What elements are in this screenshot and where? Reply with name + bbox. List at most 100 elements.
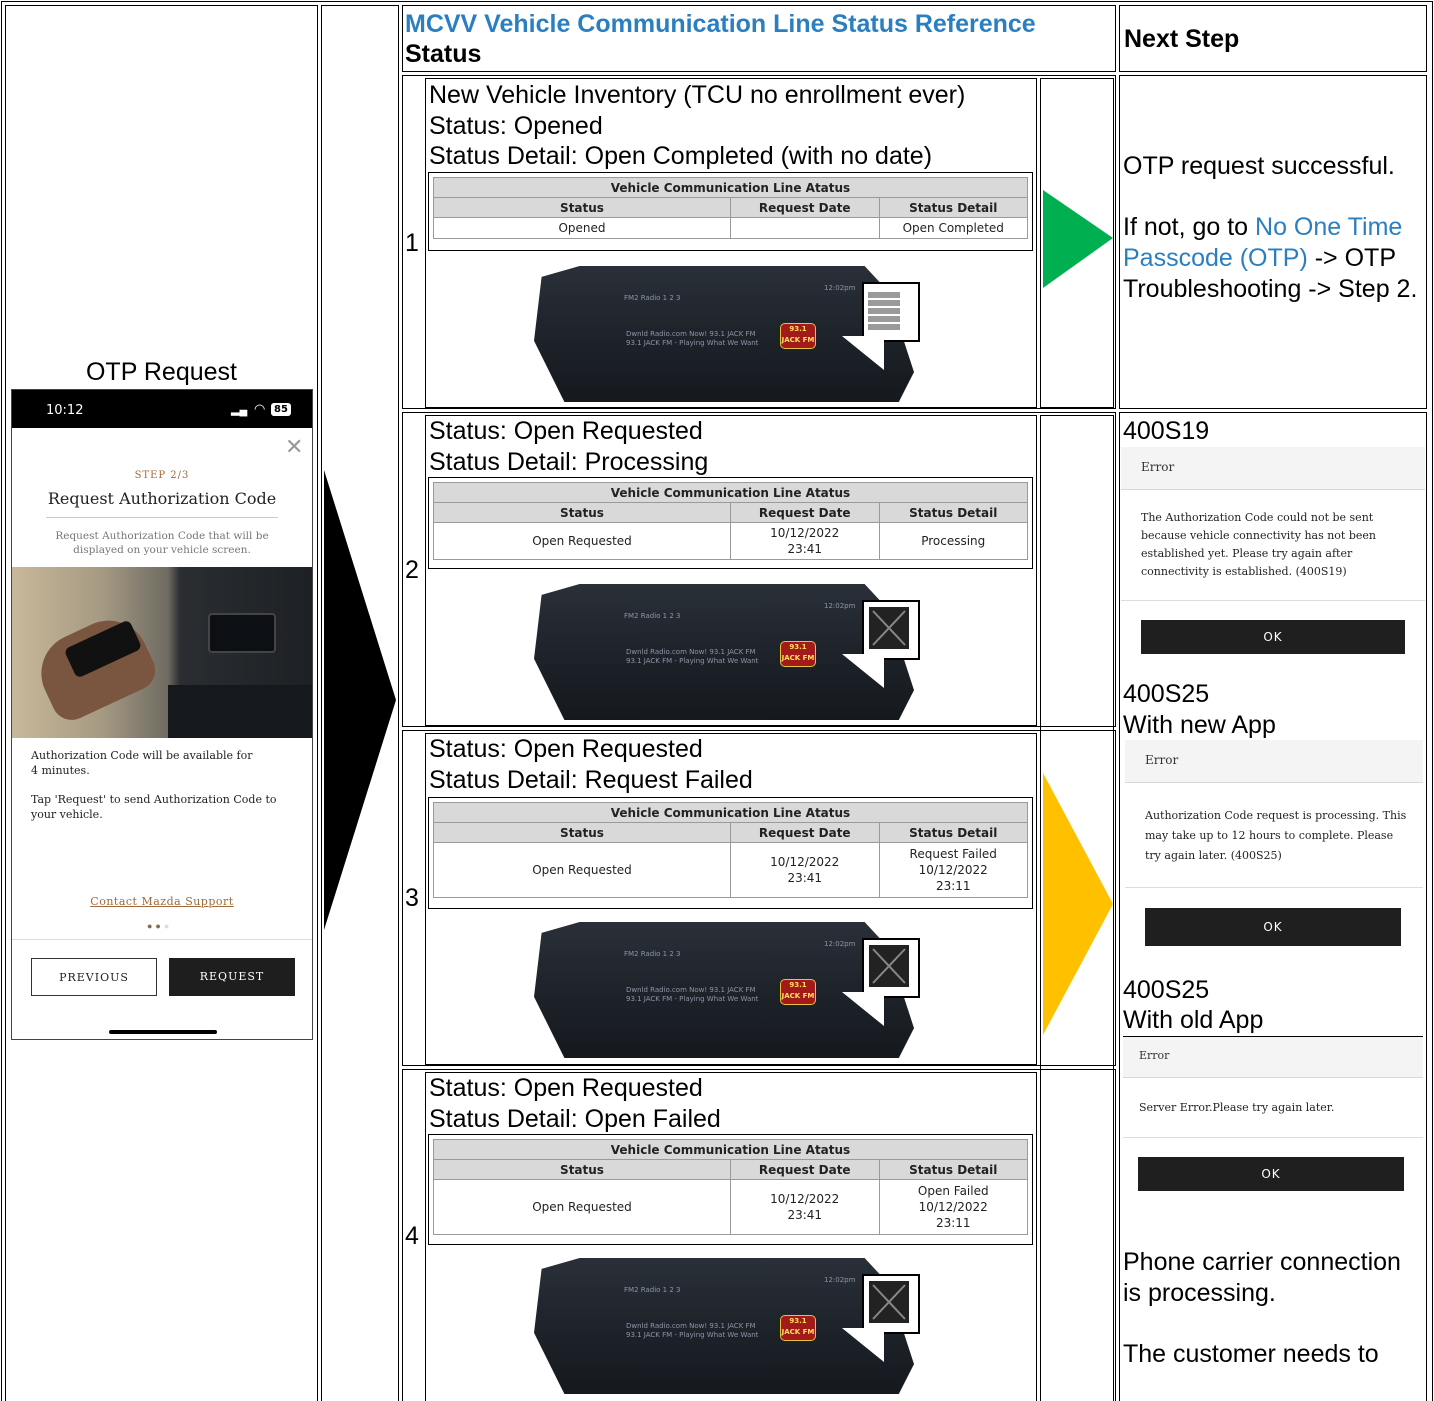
dialog-divider	[1125, 887, 1423, 888]
dialog-divider	[1123, 1137, 1423, 1138]
row-number-4: 4	[405, 1222, 419, 1250]
status-column-header: Status	[405, 40, 482, 68]
otp-request-caption: OTP Request	[85, 358, 237, 386]
cell-request-date: 10/12/2022 23:41	[730, 1179, 880, 1235]
col-request-date: Request Date	[730, 502, 880, 523]
error-dialog-400S25: Error Authorization Code request is proc…	[1125, 740, 1423, 967]
dialog-header: Error	[1125, 740, 1423, 783]
dashboard-screen-4: 12:02pm FM2 Radio 1 2 3 Dwnld Radio.com …	[534, 1258, 920, 1398]
cell-request-date: 10/12/2022 23:41	[730, 842, 880, 898]
dialog-message: Authorization Code request is processing…	[1145, 809, 1407, 862]
cell-status-detail: Request Failed 10/12/2022 23:11	[878, 842, 1028, 898]
row-4-line-2: Status Detail: Open Failed	[429, 1105, 721, 1133]
previous-button[interactable]: PREVIOUS	[31, 958, 157, 996]
row-2-status-table: Vehicle Communication Line Atatus Status…	[428, 477, 1033, 569]
row-4-status-table: Vehicle Communication Line Atatus Status…	[428, 1134, 1033, 1245]
error-dialog-old-app: Error Server Error.Please try again late…	[1123, 1036, 1423, 1209]
dash-line-1: Dwnld Radio.com Now! 93.1 JACK FM	[626, 1322, 756, 1330]
dash-radio: FM2 Radio 1 2 3	[624, 1286, 681, 1294]
pager-dots: ●●●	[147, 921, 173, 931]
close-icon[interactable]: ✕	[285, 434, 303, 460]
battery-icon: 85	[271, 403, 291, 416]
col-status: Status	[433, 502, 731, 523]
row-1-line-3: Status Detail: Open Completed (with no d…	[429, 142, 933, 170]
callout-pointer	[842, 1328, 884, 1362]
cell-status-detail: Open Failed 10/12/2022 23:11	[878, 1179, 1028, 1235]
table-caption: Vehicle Communication Line Atatus	[433, 482, 1028, 503]
wifi-icon: ◠	[254, 401, 266, 416]
jack-fm-logo: 93.1 JACK FM	[780, 979, 816, 1005]
col-status-detail: Status Detail	[878, 197, 1028, 218]
col-status: Status	[433, 822, 731, 843]
tap-request-text: Tap 'Request' to send Authorization Code…	[31, 793, 277, 821]
old-app-label: With old App	[1123, 1006, 1264, 1034]
error-dialog-400S19: Error The Authorization Code could not b…	[1121, 447, 1425, 664]
next-step-column-header: Next Step	[1124, 25, 1240, 53]
dash-line-1: Dwnld Radio.com Now! 93.1 JACK FM	[626, 986, 756, 994]
row-2-line-2: Status Detail: Processing	[429, 448, 709, 476]
row-number-3: 3	[405, 884, 419, 912]
dash-line-1: Dwnld Radio.com Now! 93.1 JACK FM	[626, 330, 756, 338]
dash-line-2: 93.1 JACK FM - Playing What We Want	[626, 339, 759, 347]
car-display	[208, 613, 276, 653]
step-indicator: STEP 2/3	[134, 470, 190, 481]
dash-clock: 12:02pm	[824, 602, 856, 610]
dash-line-2: 93.1 JACK FM - Playing What We Want	[626, 995, 759, 1003]
dash-line-2: 93.1 JACK FM - Playing What We Want	[626, 657, 759, 665]
request-button[interactable]: REQUEST	[169, 958, 295, 996]
phone-time: 10:12	[46, 403, 84, 418]
no-signal-icon	[862, 938, 920, 998]
row-4-line-1: Status: Open Requested	[429, 1074, 703, 1102]
cell-status-detail: Processing	[878, 522, 1028, 560]
dash-line-1: Dwnld Radio.com Now! 93.1 JACK FM	[626, 648, 756, 656]
dialog-title: Error	[1141, 460, 1175, 474]
otp-success-text: OTP request successful.	[1123, 152, 1395, 180]
home-indicator	[109, 1030, 217, 1034]
cell-request-date	[730, 217, 880, 239]
cell-status: Open Requested	[433, 522, 731, 560]
error-code-400S19: 400S19	[1123, 417, 1210, 445]
col-status-detail: Status Detail	[878, 822, 1028, 843]
customer-needs-text: The customer needs to	[1123, 1340, 1379, 1368]
dash-radio: FM2 Radio 1 2 3	[624, 950, 681, 958]
car-dashboard	[168, 685, 312, 738]
col-status-detail: Status Detail	[878, 1159, 1028, 1180]
signal-icon: ▂▄	[231, 404, 248, 416]
dash-line-2: 93.1 JACK FM - Playing What We Want	[626, 1331, 759, 1339]
phone-subtitle: Request Authorization Code that will be …	[55, 530, 269, 556]
dialog-title: Error	[1139, 1049, 1170, 1062]
row-3-line-2: Status Detail: Request Failed	[429, 766, 753, 794]
footer-divider	[12, 939, 312, 940]
table-caption: Vehicle Communication Line Atatus	[433, 177, 1028, 198]
availability-text: Authorization Code will be available for…	[31, 749, 253, 777]
new-app-label: With new App	[1123, 711, 1276, 739]
cell-status: Open Requested	[433, 842, 731, 898]
col-request-date: Request Date	[730, 822, 880, 843]
row-1-status-table: Vehicle Communication Line Atatus Status…	[428, 172, 1033, 251]
error-code-400S25-new: 400S25	[1123, 680, 1210, 708]
vehicle-photo	[12, 567, 312, 738]
dashboard-screen-2: 12:02pm FM2 Radio 1 2 3 Dwnld Radio.com …	[534, 584, 920, 724]
row-2-line-1: Status: Open Requested	[429, 417, 703, 445]
row-1-line-2: Status: Opened	[429, 112, 603, 140]
col-status: Status	[433, 1159, 731, 1180]
page-title: MCVV Vehicle Communication Line Status R…	[405, 10, 1036, 38]
phone-title: Request Authorization Code	[47, 489, 277, 508]
ok-button[interactable]: OK	[1138, 1157, 1404, 1191]
row-number-1: 1	[405, 229, 419, 257]
green-arrow	[1043, 190, 1113, 288]
dialog-header: Error	[1121, 447, 1425, 490]
row-number-2: 2	[405, 556, 419, 584]
black-arrow	[324, 470, 396, 930]
col-status: Status	[433, 197, 731, 218]
cell-request-date: 10/12/2022 23:41	[730, 522, 880, 560]
cell-status: Opened	[433, 217, 731, 239]
contact-support-link[interactable]: Contact Mazda Support	[12, 895, 312, 908]
jack-fm-logo: 93.1 JACK FM	[780, 323, 816, 349]
ok-button[interactable]: OK	[1141, 620, 1405, 654]
col-status-detail: Status Detail	[878, 502, 1028, 523]
table-caption: Vehicle Communication Line Atatus	[433, 802, 1028, 823]
callout-pointer	[842, 992, 884, 1026]
ok-button[interactable]: OK	[1145, 908, 1401, 946]
dialog-header: Error	[1123, 1037, 1423, 1078]
